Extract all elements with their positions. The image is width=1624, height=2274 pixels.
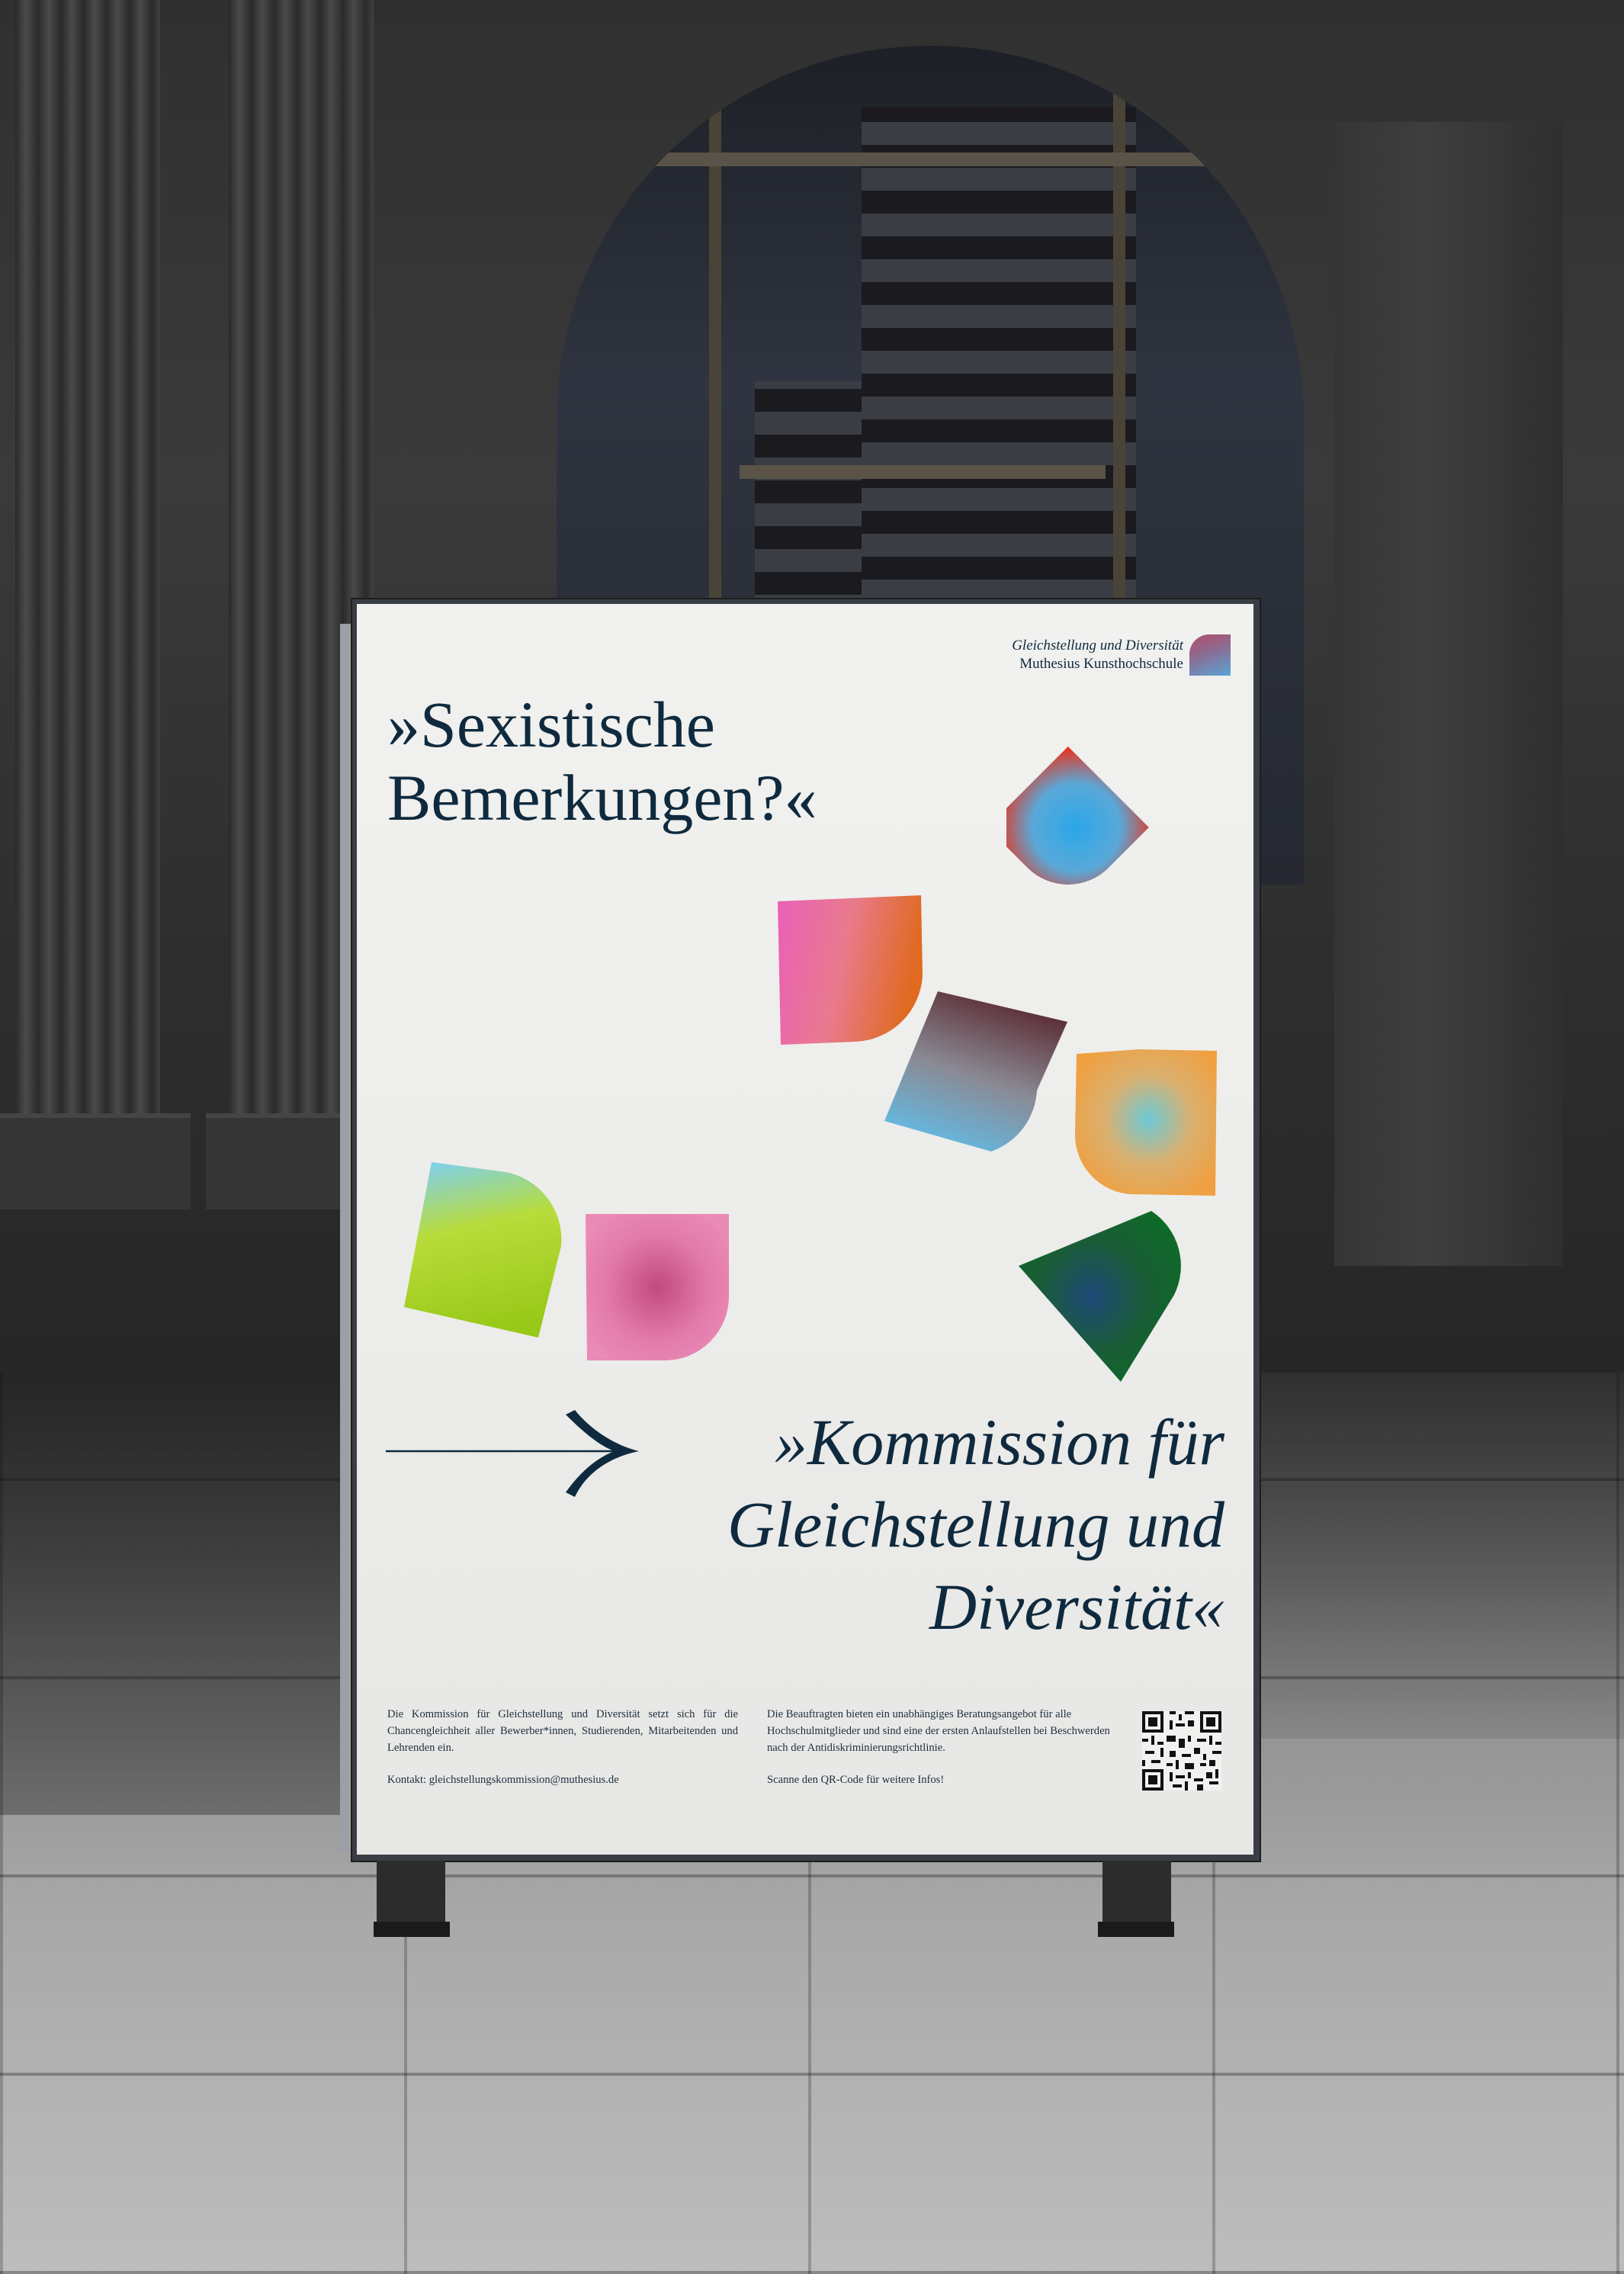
- logo-line-2: Muthesius Kunsthochschule: [1019, 656, 1183, 672]
- contact-email: Kontakt: gleichstellungskommission@muthe…: [387, 1774, 619, 1786]
- info-column-right: Die Beauftragten bieten ein unabhängiges…: [767, 1706, 1125, 1803]
- poster: Gleichstellung und Diversität Muthesius …: [357, 604, 1253, 1855]
- qr-call-to-action: Scanne den QR-Code für weitere Infos!: [767, 1774, 945, 1786]
- floor-shadow: [1250, 1373, 1624, 1739]
- qr-code-icon: [1142, 1711, 1221, 1791]
- gradient-shape-pink: [586, 1214, 729, 1360]
- logo-line-1: Gleichstellung und Diversität: [1012, 638, 1183, 654]
- board-foot: [1098, 1922, 1174, 1937]
- logo-mark-icon: [1189, 634, 1231, 676]
- arrow-icon: [386, 1410, 639, 1497]
- stone-column: [15, 0, 160, 1144]
- column-base: [0, 1113, 191, 1209]
- info-right-text: Die Beauftragten bieten ein unabhängiges…: [767, 1708, 1110, 1754]
- gradient-shape-orange-teal: [1074, 1049, 1217, 1196]
- info-left-text: Die Kommission für Gleichstellung und Di…: [387, 1708, 738, 1754]
- info-column-left: Die Kommission für Gleichstellung und Di…: [387, 1706, 738, 1803]
- board-foot: [374, 1922, 450, 1937]
- window-frame: [557, 153, 1304, 166]
- poster-headline: »Sexistische Bemerkungen?«: [387, 688, 817, 834]
- gradient-shape-green: [404, 1162, 562, 1338]
- gradient-shape-brown-blue: [884, 991, 1067, 1151]
- gradient-shape-dark-green: [1019, 1211, 1181, 1382]
- stone-pilaster: [1334, 122, 1563, 1266]
- commission-title: »Kommission für Gleichstellung und Diver…: [727, 1405, 1224, 1643]
- institution-logo: Gleichstellung und Diversität Muthesius …: [1012, 634, 1231, 676]
- gradient-shape-blue-red: [1006, 746, 1149, 885]
- window-frame: [740, 465, 1106, 479]
